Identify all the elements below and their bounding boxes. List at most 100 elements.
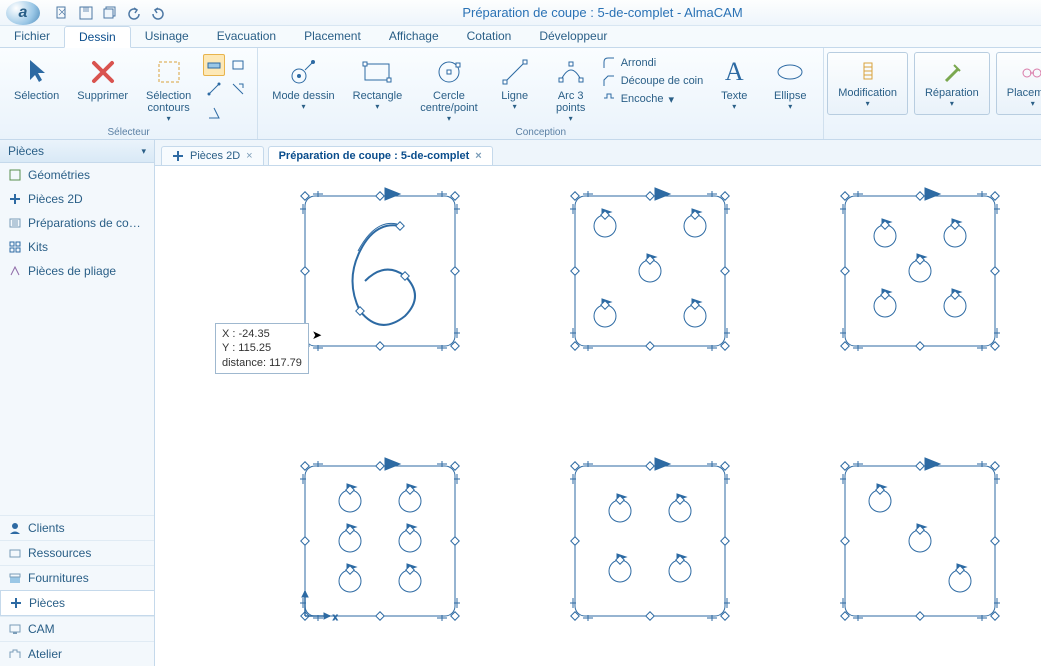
menu-bar: Fichier Dessin Usinage Evacuation Placem… [0,26,1041,48]
tooltip-distance: distance: 117.79 [222,356,302,370]
encoche-button[interactable]: Encoche ▾ [602,92,704,106]
ligne-icon [501,56,529,88]
delete-x-icon [90,56,116,88]
sidebar-item-cam[interactable]: CAM [0,616,154,641]
sidebar-item-label: Atelier [28,647,62,661]
decoupe-button[interactable]: Découpe de coin [602,74,704,88]
rectangle-button[interactable]: Rectangle ▾ [347,52,409,115]
qat-new-icon[interactable] [53,4,71,22]
sel-contours-button[interactable]: Sélection contours ▾ [140,52,197,127]
modification-button[interactable]: Modification ▾ [827,52,908,115]
menu-tab-fichier[interactable]: Fichier [0,26,64,47]
app-menu-button[interactable]: a [6,1,40,25]
reparation-button[interactable]: Réparation ▾ [914,52,990,115]
tool-diag1-icon[interactable] [203,78,225,100]
menu-tab-dessin[interactable]: Dessin [64,26,131,48]
delete-label: Supprimer [77,90,128,102]
menu-tab-affichage[interactable]: Affichage [375,26,453,47]
sidebar-top-list: Géométries Pièces 2D Préparations de co…… [0,163,154,283]
close-icon[interactable]: × [475,150,481,162]
shape-tools-stack: Arrondi Découpe de coin Encoche ▾ [602,52,704,106]
ellipse-label: Ellipse [774,90,806,102]
chevron-down-icon: ▾ [1031,99,1035,108]
title-bar: a Préparation de coupe : 5-de-complet - … [0,0,1041,26]
qat-saveall-icon[interactable] [101,4,119,22]
ellipse-icon [775,56,805,88]
sidebar-item-preparations[interactable]: Préparations de co… [0,211,154,235]
sel-contours-icon [156,56,182,88]
modification-label: Modification [838,87,897,99]
chevron-down-icon: ▾ [788,102,792,111]
sidebar-bottom-list: Clients Ressources Fournitures Pièces CA… [0,515,154,666]
sidebar-item-clients[interactable]: Clients [0,515,154,540]
delete-button[interactable]: Supprimer [71,52,134,106]
die-4 [570,188,730,351]
texte-label: Texte [721,90,747,102]
sidebar-item-pieces[interactable]: Pièces [0,590,154,616]
cercle-button[interactable]: Cercle centre/point ▾ [414,52,483,127]
sidebar-item-label: Pièces 2D [28,192,83,206]
encoche-label: Encoche [621,93,664,105]
tool-rect-icon[interactable] [227,54,249,76]
doc-tab-pieces2d[interactable]: Pièces 2D × [161,146,264,165]
mode-dessin-button[interactable]: Mode dessin ▾ [266,52,340,115]
die-5 [840,188,1000,351]
reparation-label: Réparation [925,87,979,99]
menu-tab-evacuation[interactable]: Evacuation [203,26,290,47]
menu-tab-placement[interactable]: Placement [290,26,375,47]
selection-button[interactable]: Sélection [8,52,65,106]
menu-tab-developpeur[interactable]: Développeur [525,26,621,47]
placement-button[interactable]: Placement ▾ [996,52,1041,115]
texte-icon: A [725,56,744,88]
arrondi-button[interactable]: Arrondi [602,56,704,70]
sidebar-item-label: Géométries [28,168,90,182]
sidebar-header-label: Pièces [8,144,44,158]
tool-diag2-icon[interactable] [227,78,249,100]
ligne-button[interactable]: Ligne ▾ [490,52,540,115]
canvas-svg: x [155,166,1041,666]
canvas-area: Pièces 2D × Préparation de coupe : 5-de-… [155,140,1041,666]
cercle-label: Cercle centre/point [420,90,477,114]
sidebar-item-pliage[interactable]: Pièces de pliage [0,259,154,283]
menu-tab-cotation[interactable]: Cotation [453,26,526,47]
tool-angle-icon[interactable] [203,102,225,124]
ribbon-group-selecteur: Sélection Supprimer Sélection contours ▾… [0,48,258,139]
modification-icon [858,59,878,87]
reparation-icon [942,59,962,87]
menu-tab-usinage[interactable]: Usinage [131,26,203,47]
tool-point-icon[interactable] [203,54,225,76]
sidebar-item-fournitures[interactable]: Fournitures [0,565,154,590]
sidebar-item-pieces2d[interactable]: Pièces 2D [0,187,154,211]
chevron-down-icon: ▾ [375,102,379,111]
chevron-down-icon: ▾ [167,114,171,123]
texte-button[interactable]: A Texte ▾ [709,52,759,115]
sidebar-item-atelier[interactable]: Atelier [0,641,154,666]
qat-save-icon[interactable] [77,4,95,22]
die-3 [840,458,1000,621]
chevron-down-icon: ▾ [301,102,305,111]
chevron-down-icon[interactable]: ▾ [141,146,146,157]
drawing-canvas[interactable]: x X [155,166,1041,666]
arc-button[interactable]: Arc 3 points ▾ [546,52,596,127]
sidebar-item-ressources[interactable]: Ressources [0,540,154,565]
sidebar: Pièces ▾ Géométries Pièces 2D Préparatio… [0,140,155,666]
sidebar-item-geometries[interactable]: Géométries [0,163,154,187]
sidebar-item-label: Pièces [29,596,65,610]
ribbon-group-conception: Mode dessin ▾ Rectangle ▾ Cercle centre/… [258,48,824,139]
sidebar-header: Pièces ▾ [0,140,154,163]
sidebar-item-kits[interactable]: Kits [0,235,154,259]
ellipse-button[interactable]: Ellipse ▾ [765,52,815,115]
chevron-down-icon: ▾ [669,93,675,106]
ribbon: Sélection Supprimer Sélection contours ▾… [0,48,1041,140]
die-4b [570,458,730,621]
close-icon[interactable]: × [246,150,252,162]
qat-undo-icon[interactable] [125,4,143,22]
ligne-label: Ligne [501,90,528,102]
mode-dessin-icon [289,56,317,88]
chevron-down-icon: ▾ [950,99,954,108]
qat-redo-icon[interactable] [149,4,167,22]
doc-tab-label: Préparation de coupe : 5-de-complet [279,150,470,162]
doc-tab-preparation[interactable]: Préparation de coupe : 5-de-complet × [268,146,493,165]
placement-icon [1021,59,1041,87]
sidebar-item-label: CAM [28,622,55,636]
